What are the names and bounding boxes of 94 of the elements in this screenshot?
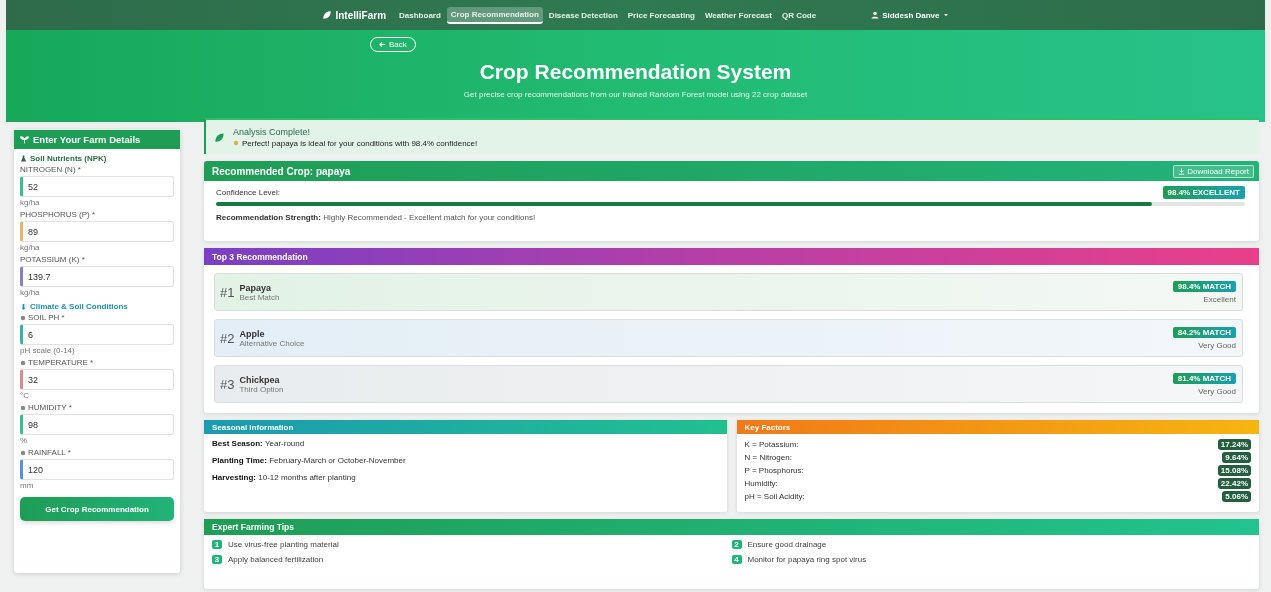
rank-label: #3 [220,376,235,392]
field-label: RAINFALL * [28,448,71,457]
tip-text: Use virus-free planting material [228,540,339,549]
tip-number: 3 [212,555,222,564]
nav-link[interactable]: Dashboard [395,7,445,23]
rank-label: #1 [220,284,235,300]
field-label: PHOSPHORUS (P) * [20,210,96,219]
input-field[interactable]: 89 [20,221,174,242]
field-label: POTASSIUM (K) * [20,255,85,264]
tip-number: 2 [731,540,742,549]
unit-hint: °C [20,391,30,400]
quality-label: Very Good [1198,386,1236,396]
brand-logo[interactable]: IntelliFarm [322,9,387,21]
input-field[interactable]: 98 [20,414,174,435]
factor-label: pH = Soil Acidity: [744,492,805,501]
nav-link[interactable]: Crop Recommendation [446,6,543,24]
nav-link[interactable]: QR Code [777,7,821,23]
tip-number: 4 [731,555,742,564]
card-header: Key Factors [736,420,1259,434]
nav-link[interactable]: Weather Forecast [700,7,776,23]
match-badge: 84.2% MATCH [1172,326,1236,338]
factor-label: Humidity: [744,479,778,488]
match-badge: 81.4% MATCH [1172,372,1236,384]
tip-text: Ensure good drainage [747,540,827,549]
page-subtitle: Get precise crop recommendations from our trained Random Forest model using 22 crop dataset [463,90,808,99]
rank-label: #2 [220,330,235,346]
card-header: Seasonal Information [204,420,727,434]
alert-message: Perfect! papaya is ideal for your conditions with 98.4% confidence! [242,138,478,148]
user-menu[interactable]: Siddesh Danve [882,10,940,20]
factor-value: 17.24% [1217,439,1251,450]
factor-label: N = Nitrogen: [744,453,792,462]
factor-label: P = Phosphorus: [744,466,804,475]
input-field[interactable]: 32 [20,369,174,390]
quality-label: Excellent [1203,294,1236,304]
info-line: Planting Time: February-March or October-November [212,456,407,465]
section-title: Soil Nutrients (NPK) [30,154,107,163]
match-badge: 98.4% MATCH [1172,280,1236,292]
info-line: Best Season: Year-round [212,439,306,448]
card-title: Recommended Crop: papaya [212,165,351,177]
caret-icon [942,12,949,18]
unit-hint: % [20,436,29,445]
confidence-badge: 98.4% EXCELLENT [1162,186,1245,199]
nav-link[interactable]: Disease Detection [544,7,622,23]
form-title: Enter Your Farm Details [33,134,141,145]
crop-subtitle: Third Option [239,384,284,394]
input-field[interactable]: 139.7 [20,266,174,287]
page-title: Crop Recommendation System [479,60,792,84]
tip-text: Monitor for papaya ring spot virus [747,555,867,564]
factor-value: 15.08% [1217,465,1251,476]
unit-hint: kg/ha [20,243,41,252]
confidence-label: Confidence Level: [216,188,281,197]
section-title: Climate & Soil Conditions [30,302,128,311]
user-icon [871,11,880,19]
leaf-icon [322,10,333,20]
field-label: HUMIDITY * [28,403,72,412]
crop-name: Papaya [239,282,271,293]
factor-value: 22.42% [1217,478,1251,489]
input-field[interactable]: 120 [20,459,174,480]
strength-text: Recommendation Strength: Highly Recommended - Excellent match for your conditions! [216,213,537,222]
factor-label: K = Potassium: [744,440,799,449]
tip-text: Apply balanced fertilization [228,555,324,564]
crop-name: Chickpea [239,374,280,385]
field-label: SOIL PH * [28,313,65,322]
crop-subtitle: Alternative Choice [239,338,305,348]
field-label: TEMPERATURE * [28,358,94,367]
field-icon [20,314,26,321]
input-field[interactable]: 52 [20,176,174,197]
sprout-icon [20,135,29,144]
flask-icon [20,155,27,162]
card-header: Top 3 Recommendation [204,248,1259,265]
download-icon [1178,167,1186,175]
unit-hint: pH scale (0-14) [20,346,76,355]
field-icon [20,449,26,456]
card-header: Expert Farming Tips [204,519,1259,535]
field-icon [20,404,26,411]
factor-value: 9.64% [1222,452,1251,463]
tip-number: 1 [212,540,222,549]
nav-link[interactable]: Price Forecasting [623,7,699,23]
unit-hint: mm [20,481,35,490]
field-icon [20,359,26,366]
thermometer-icon [20,303,27,310]
crop-name: Apple [239,328,265,339]
unit-hint: kg/ha [20,198,41,207]
quality-label: Very Good [1198,340,1236,350]
factor-value: 5.06% [1222,491,1251,502]
info-line: Harvesting: 10-12 months after planting [212,473,357,482]
input-field[interactable]: 6 [20,324,174,345]
alert-title: Analysis Complete! [233,126,312,137]
submit-button[interactable]: Get Crop Recommendation [20,497,174,521]
unit-hint: kg/ha [20,288,41,297]
arrow-left-icon [379,41,386,48]
field-label: NITROGEN (N) * [20,165,81,174]
crop-subtitle: Best Match [239,292,280,302]
leaf-icon [214,131,225,143]
